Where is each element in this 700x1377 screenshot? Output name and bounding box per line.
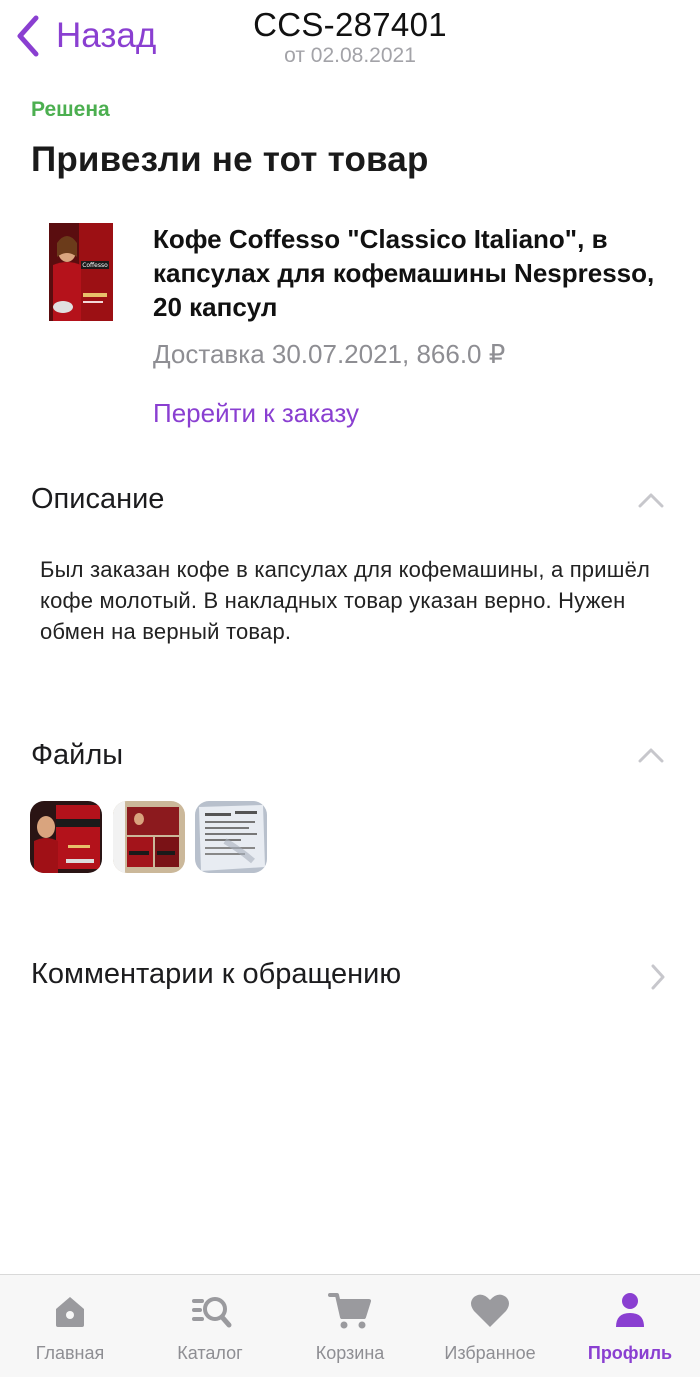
tab-favorites[interactable]: Избранное (420, 1275, 560, 1377)
description-text: Был заказан кофе в капсулах для кофемаши… (40, 557, 651, 644)
product-name: Кофе Coffesso "Classico Italiano", в кап… (153, 224, 655, 322)
file-thumbnail[interactable] (113, 801, 185, 873)
tab-bar: Главная Каталог Корзина Избранное Профил… (0, 1274, 700, 1377)
product-brand-text: Coffesso (82, 262, 108, 269)
tab-label: Профиль (587, 1343, 673, 1363)
heart-icon (471, 1294, 509, 1327)
page-title: Привезли не тот товар (31, 140, 429, 179)
chevron-right-icon (651, 964, 665, 990)
go-to-order-link[interactable]: Перейти к заказу (153, 398, 359, 429)
catalog-search-icon (192, 1297, 232, 1328)
file-thumbnail[interactable] (195, 801, 267, 873)
tab-profile[interactable]: Профиль (560, 1275, 700, 1377)
file-thumbnail[interactable] (30, 801, 102, 873)
tab-label: Корзина (315, 1343, 385, 1363)
tab-label: Главная (35, 1343, 105, 1363)
document-thumbnail-image (195, 801, 267, 873)
chevron-up-icon[interactable] (638, 747, 664, 763)
home-icon (56, 1297, 84, 1327)
tab-cart[interactable]: Корзина (280, 1275, 420, 1377)
tab-label: Каталог (177, 1343, 243, 1363)
nav-bar: Назад CCS-287401 от 02.08.2021 (0, 0, 700, 78)
description-section-title: Описание (31, 483, 165, 515)
tab-label: Избранное (444, 1343, 536, 1363)
status-badge: Решена (31, 98, 110, 121)
files-section-title: Файлы (31, 739, 124, 771)
comments-title: Комментарии к обращению (31, 958, 402, 990)
product-image: Coffesso (49, 223, 113, 321)
photo-thumbnail-image (30, 801, 102, 873)
delivery-info: Доставка 30.07.2021, 866.0 ₽ (153, 339, 506, 369)
ticket-date: от 02.08.2021 (284, 44, 416, 67)
ticket-number: CCS-287401 (253, 6, 447, 43)
cart-icon (328, 1293, 371, 1329)
comments-row[interactable]: Комментарии к обращению (0, 940, 700, 1010)
chevron-up-icon[interactable] (638, 492, 664, 508)
tab-catalog[interactable]: Каталог (140, 1275, 280, 1377)
profile-icon (616, 1293, 644, 1327)
tab-home[interactable]: Главная (0, 1275, 140, 1377)
photo-thumbnail-image (113, 801, 185, 873)
